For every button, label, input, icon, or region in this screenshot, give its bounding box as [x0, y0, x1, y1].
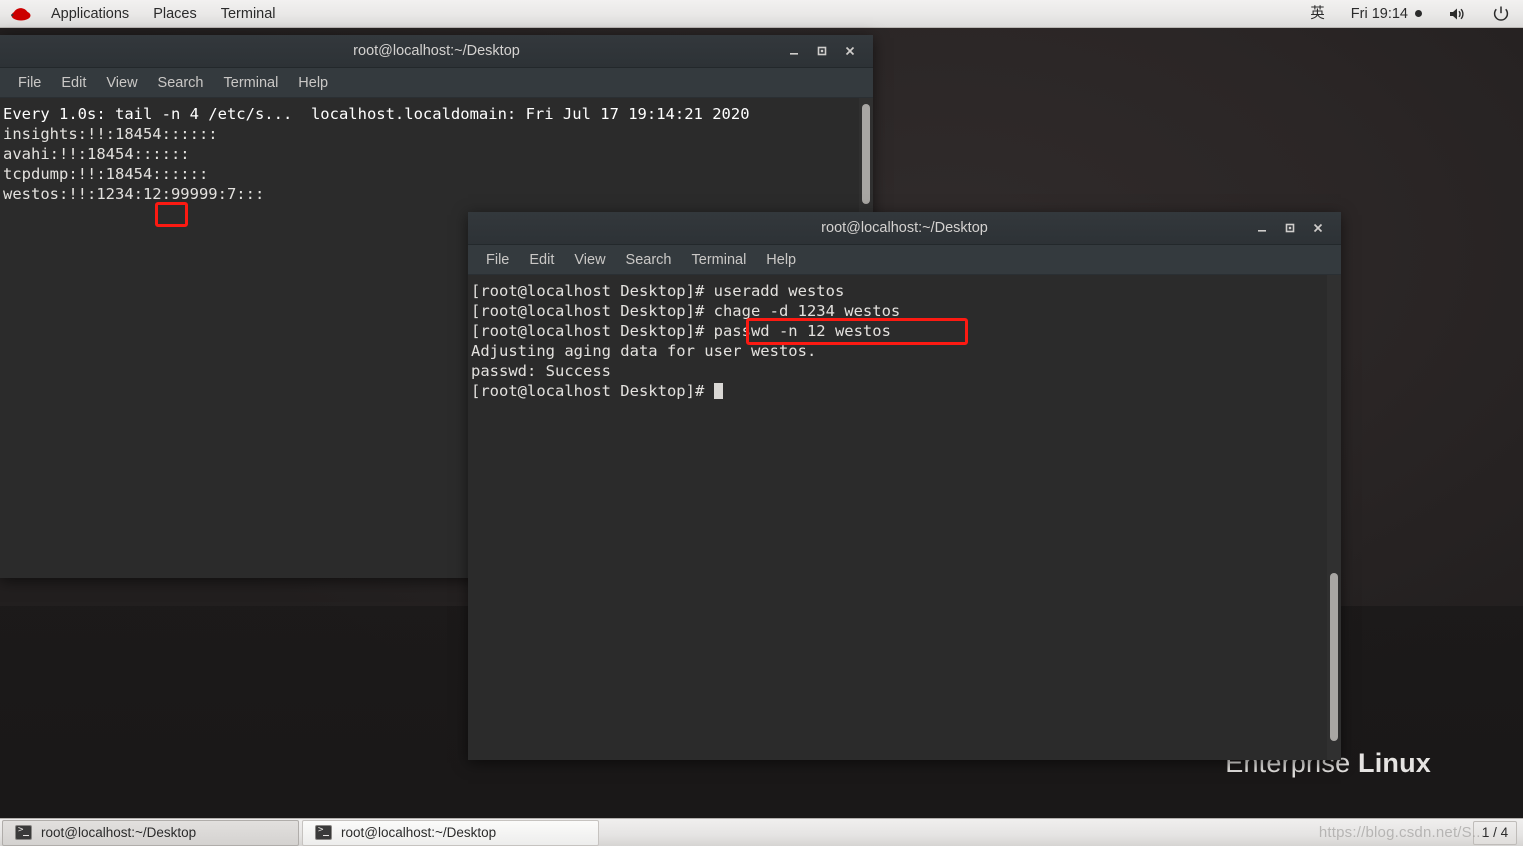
terminal-window-2[interactable]: root@localhost:~/Desktop File Edit View … [468, 212, 1341, 760]
redhat-logo-icon[interactable] [10, 5, 32, 23]
titlebar-1[interactable]: root@localhost:~/Desktop [0, 35, 873, 68]
menu-terminal-1[interactable]: Terminal [214, 68, 289, 98]
terminal-line: passwd: Success [471, 362, 611, 380]
menu-view-2[interactable]: View [564, 245, 615, 275]
terminal-line: [root@localhost Desktop]# chage -d 1234 … [471, 302, 901, 320]
menubar-2: File Edit View Search Terminal Help [468, 245, 1341, 275]
menu-applications[interactable]: Applications [39, 0, 141, 28]
workspace-switcher[interactable]: 1 / 4 [1473, 820, 1517, 845]
menu-places[interactable]: Places [141, 0, 209, 28]
terminal-line-prompt: [root@localhost Desktop]# [468, 381, 1341, 401]
volume-icon[interactable] [1435, 0, 1479, 28]
taskbar-item-1-label: root@localhost:~/Desktop [41, 825, 197, 840]
window-title-1: root@localhost:~/Desktop [353, 43, 520, 59]
maximize-button-2[interactable] [1277, 215, 1303, 241]
minimize-button-1[interactable] [781, 38, 807, 64]
clock[interactable]: Fri 19:14 [1338, 0, 1435, 28]
menu-help-2[interactable]: Help [756, 245, 806, 275]
close-button-2[interactable] [1305, 215, 1331, 241]
terminal-output-2[interactable]: [root@localhost Desktop]# useradd westos… [468, 275, 1341, 760]
minimize-button-2[interactable] [1249, 215, 1275, 241]
terminal-line: avahi:!!:18454:::::: [3, 145, 190, 163]
terminal-line: [root@localhost Desktop]# useradd westos [471, 282, 845, 300]
prompt-text: [root@localhost Desktop]# [471, 382, 714, 400]
menu-search-2[interactable]: Search [616, 245, 682, 275]
menu-file-1[interactable]: File [8, 68, 51, 98]
wallpaper-brand-bold: Linux [1358, 748, 1431, 778]
titlebar-2[interactable]: root@localhost:~/Desktop [468, 212, 1341, 245]
close-button-1[interactable] [837, 38, 863, 64]
menu-edit-1[interactable]: Edit [51, 68, 96, 98]
clock-dot-icon [1415, 10, 1422, 17]
top-panel: Applications Places Terminal 英 Fri 19:14 [0, 0, 1523, 28]
input-method-indicator[interactable]: 英 [1297, 0, 1338, 28]
window-title-2: root@localhost:~/Desktop [821, 220, 988, 236]
terminal-line: Every 1.0s: tail -n 4 /etc/s... localhos… [3, 105, 750, 123]
window-controls-2 [1249, 215, 1341, 241]
menu-edit-2[interactable]: Edit [519, 245, 564, 275]
bottom-panel: root@localhost:~/Desktop root@localhost:… [0, 818, 1523, 846]
menu-view-1[interactable]: View [96, 68, 147, 98]
top-panel-right: 英 Fri 19:14 [1297, 0, 1523, 28]
menu-file-2[interactable]: File [476, 245, 519, 275]
terminal-icon [15, 825, 32, 840]
menu-help-1[interactable]: Help [288, 68, 338, 98]
menu-terminal-2[interactable]: Terminal [682, 245, 757, 275]
power-icon[interactable] [1479, 0, 1523, 28]
taskbar-item-1[interactable]: root@localhost:~/Desktop [2, 819, 299, 846]
scrollbar-thumb-2[interactable] [1330, 573, 1338, 741]
text-cursor [713, 383, 723, 399]
taskbar-item-2[interactable]: root@localhost:~/Desktop [302, 819, 599, 846]
terminal-line: Adjusting aging data for user westos. [471, 342, 817, 360]
window-controls-1 [781, 38, 873, 64]
terminal-line: insights:!!:18454:::::: [3, 125, 218, 143]
maximize-button-1[interactable] [809, 38, 835, 64]
menu-terminal[interactable]: Terminal [209, 0, 288, 28]
terminal-line: westos:!!:1234:12:99999:7::: [3, 185, 265, 203]
terminal-line: [root@localhost Desktop]# passwd -n 12 w… [471, 322, 891, 340]
clock-text: Fri 19:14 [1350, 5, 1408, 22]
terminal-icon [315, 825, 332, 840]
terminal-line: tcpdump:!!:18454:::::: [3, 165, 209, 183]
scrollbar-thumb-1[interactable] [862, 104, 870, 204]
menubar-1: File Edit View Search Terminal Help [0, 68, 873, 98]
scrollbar-2[interactable] [1327, 275, 1341, 760]
taskbar-item-2-label: root@localhost:~/Desktop [341, 825, 497, 840]
menu-search-1[interactable]: Search [148, 68, 214, 98]
